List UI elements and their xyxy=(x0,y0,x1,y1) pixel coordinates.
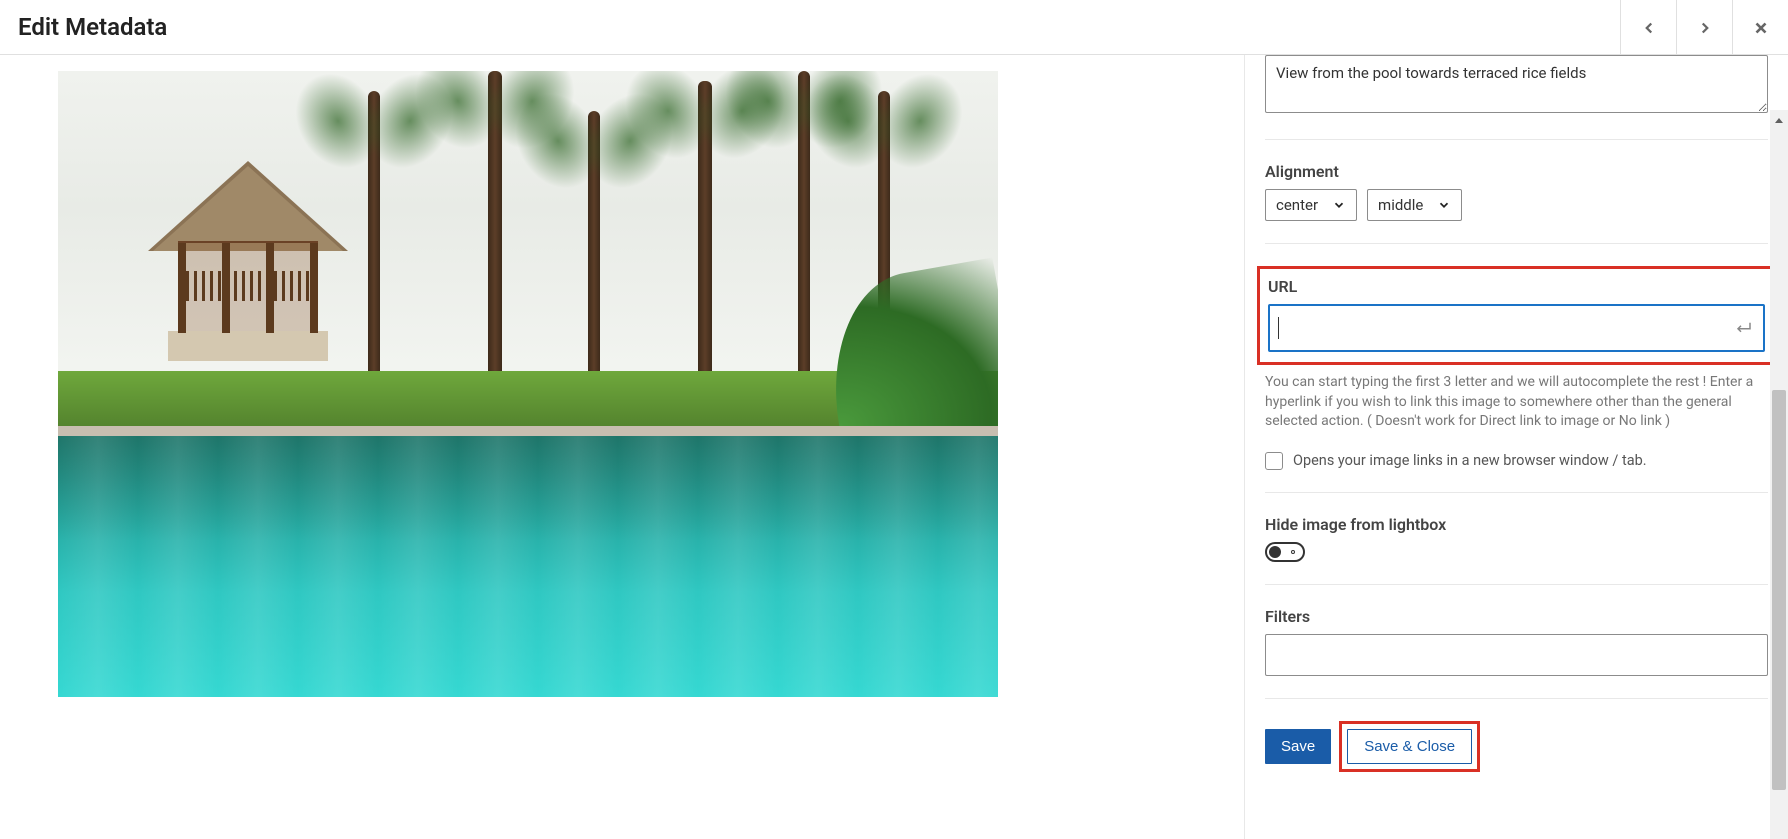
image-preview-pane xyxy=(0,55,1244,839)
caption-textarea[interactable] xyxy=(1265,55,1768,113)
action-buttons: Save Save & Close xyxy=(1265,721,1768,772)
url-input[interactable] xyxy=(1268,304,1765,352)
save-close-button[interactable]: Save & Close xyxy=(1347,729,1472,764)
filters-label: Filters xyxy=(1265,607,1768,626)
url-help-text: You can start typing the first 3 letter … xyxy=(1265,373,1768,432)
toggle-knob xyxy=(1269,546,1281,558)
modal-body: Alignment center middle URL xyxy=(0,55,1788,839)
save-button[interactable]: Save xyxy=(1265,729,1331,764)
chevron-right-icon xyxy=(1696,19,1714,37)
alignment-label: Alignment xyxy=(1265,162,1768,181)
next-button[interactable] xyxy=(1676,0,1732,55)
close-button[interactable] xyxy=(1732,0,1788,55)
preview-image xyxy=(58,71,998,697)
header-controls xyxy=(1620,0,1788,54)
lightbox-label: Hide image from lightbox xyxy=(1265,515,1768,534)
chevron-left-icon xyxy=(1640,19,1658,37)
toggle-indicator xyxy=(1291,550,1295,554)
alignment-horizontal-value: center xyxy=(1276,196,1318,214)
chevron-down-icon xyxy=(1332,198,1346,212)
filters-input[interactable] xyxy=(1265,634,1768,676)
scrollbar-thumb[interactable] xyxy=(1772,390,1786,790)
lightbox-toggle[interactable] xyxy=(1265,542,1305,562)
alignment-vertical-select[interactable]: middle xyxy=(1367,189,1462,221)
save-close-highlight-box: Save & Close xyxy=(1339,721,1480,772)
modal-header: Edit Metadata xyxy=(0,0,1788,55)
chevron-down-icon xyxy=(1437,198,1451,212)
scroll-up-arrow[interactable] xyxy=(1773,112,1785,131)
new-window-label: Opens your image links in a new browser … xyxy=(1293,452,1647,469)
url-section: URL You can start typing the first 3 let… xyxy=(1265,266,1768,493)
alignment-vertical-value: middle xyxy=(1378,196,1423,214)
text-cursor xyxy=(1278,317,1279,339)
prev-button[interactable] xyxy=(1620,0,1676,55)
caption-section xyxy=(1265,55,1768,140)
modal-title: Edit Metadata xyxy=(18,13,167,41)
alignment-horizontal-select[interactable]: center xyxy=(1265,189,1357,221)
close-icon xyxy=(1752,19,1770,37)
filters-section: Filters xyxy=(1265,607,1768,699)
url-label: URL xyxy=(1268,277,1765,296)
scrollbar-track[interactable] xyxy=(1770,110,1788,839)
new-window-checkbox[interactable] xyxy=(1265,452,1283,470)
enter-icon xyxy=(1735,319,1753,338)
url-highlight-box: URL xyxy=(1257,266,1776,365)
lightbox-section: Hide image from lightbox xyxy=(1265,515,1768,585)
metadata-sidebar: Alignment center middle URL xyxy=(1244,55,1788,839)
new-window-checkbox-row: Opens your image links in a new browser … xyxy=(1265,452,1768,470)
alignment-section: Alignment center middle xyxy=(1265,162,1768,244)
